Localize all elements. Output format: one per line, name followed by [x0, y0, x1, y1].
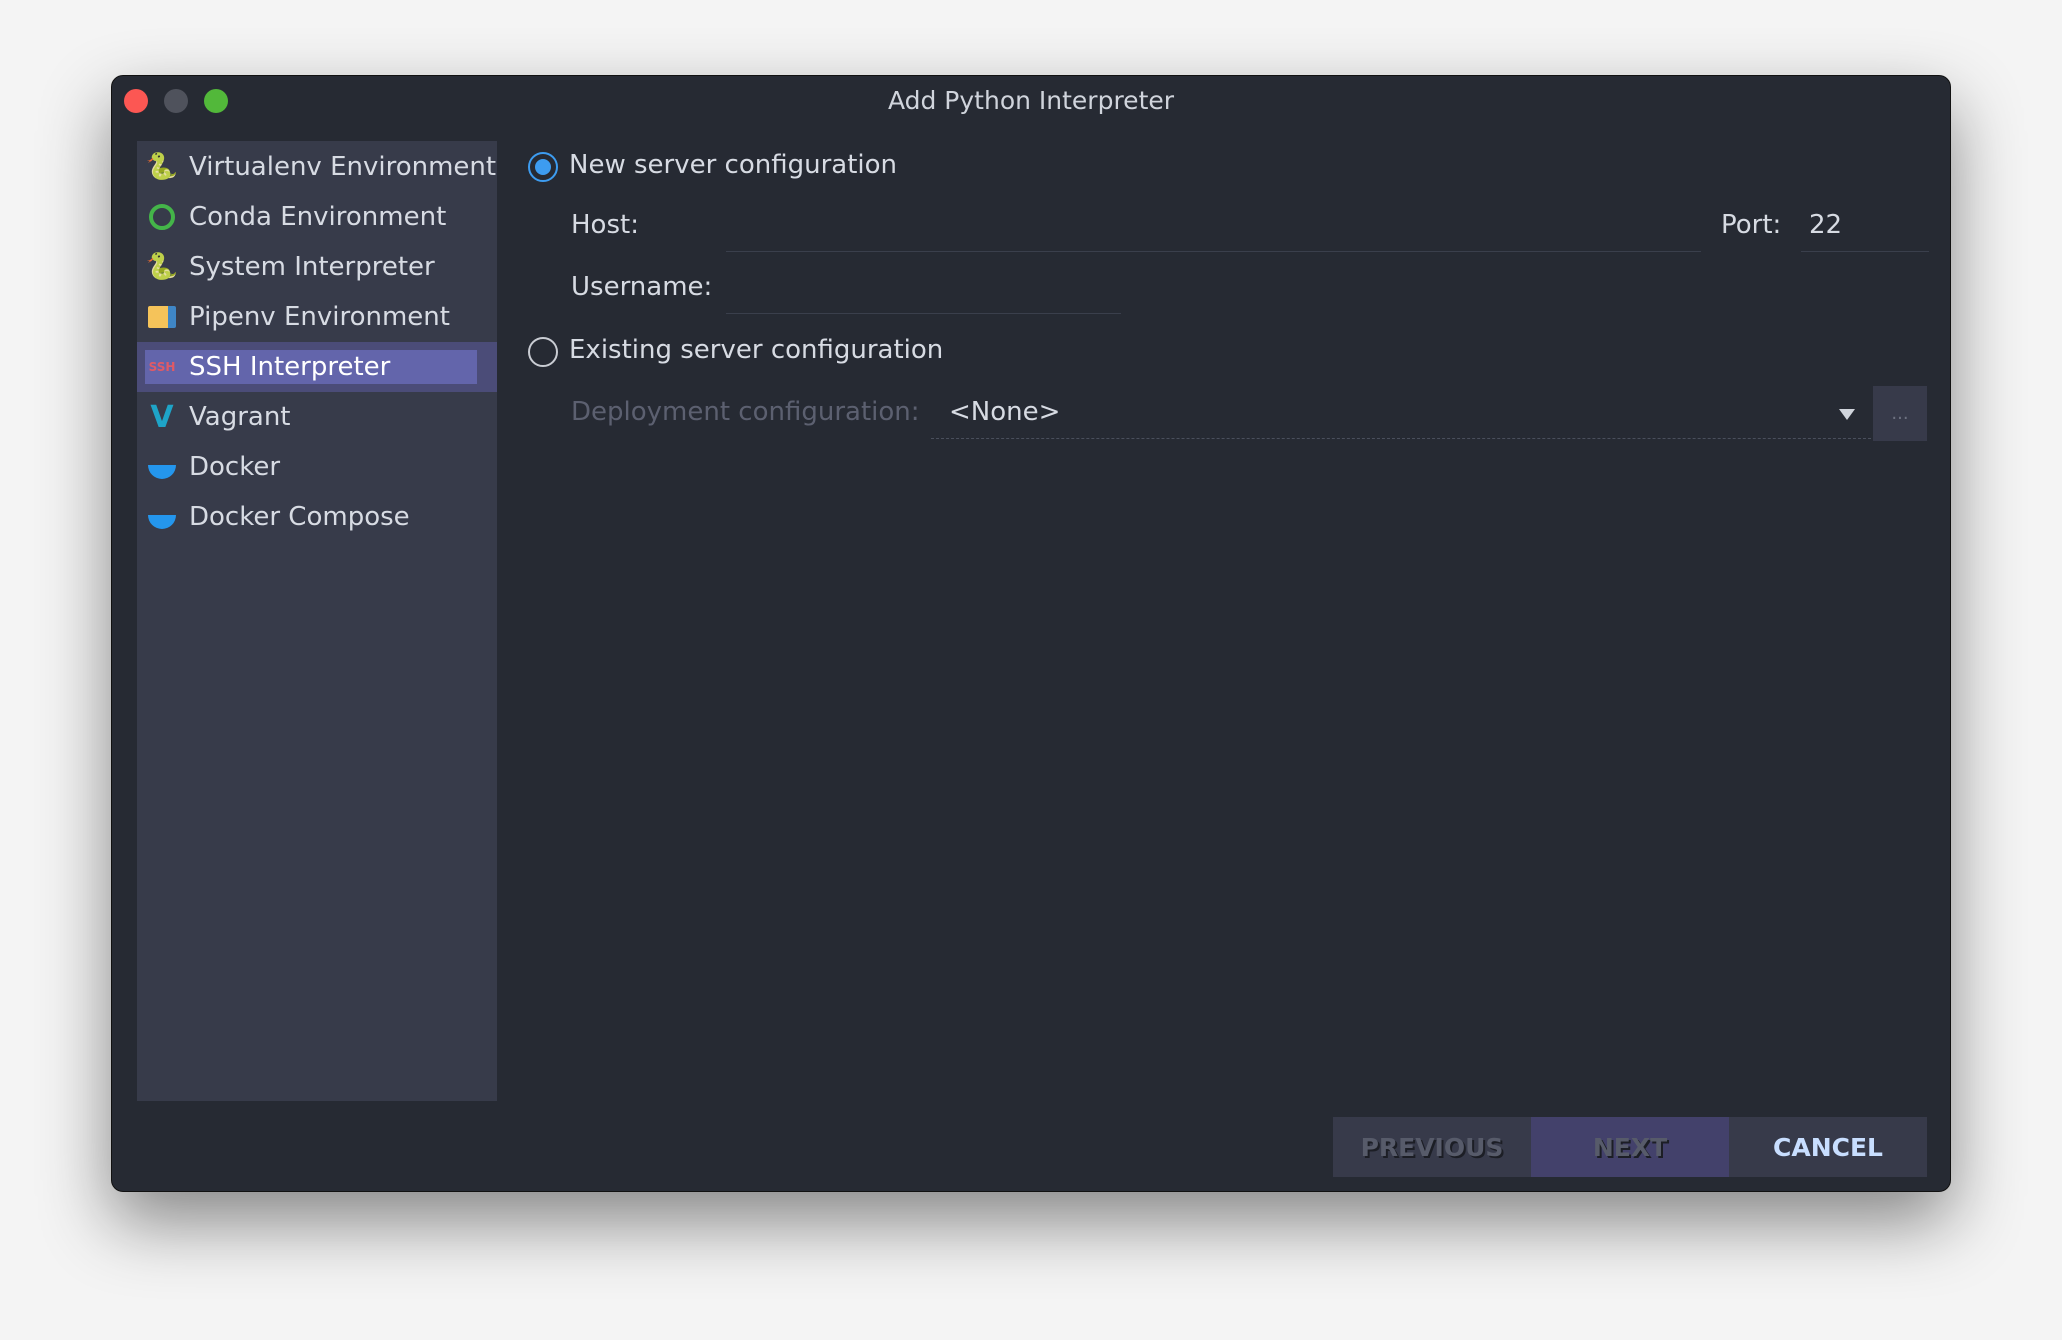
deployment-config-label: Deployment configuration: [571, 397, 920, 427]
sidebar-item-ssh[interactable]: SSH SSH Interpreter [137, 342, 497, 392]
sidebar-item-label: System Interpreter [189, 252, 435, 282]
new-server-radio[interactable] [528, 152, 558, 182]
interpreter-type-list: 🐍 Virtualenv Environment Conda Environmen… [137, 141, 497, 1101]
port-input[interactable]: 22 [1809, 210, 1937, 250]
window-title: Add Python Interpreter [887, 86, 1175, 115]
port-label: Port: [1721, 210, 1782, 240]
existing-server-label: Existing server configuration [569, 335, 944, 365]
sidebar-item-docker[interactable]: Docker [137, 442, 497, 492]
sidebar-item-label: Vagrant [189, 402, 291, 432]
chevron-down-icon [1839, 409, 1855, 420]
sidebar-item-label: Pipenv Environment [189, 302, 450, 332]
sidebar-item-label: Docker [189, 452, 281, 482]
browse-button[interactable]: ... [1873, 386, 1927, 441]
pipenv-folder-icon [147, 302, 177, 332]
sidebar-item-label: Conda Environment [189, 202, 447, 232]
deployment-config-value: <None> [949, 397, 1061, 427]
dialog-window: Add Python Interpreter 🐍 Virtualenv Envir… [111, 75, 1951, 1192]
sidebar-item-conda[interactable]: Conda Environment [137, 192, 497, 242]
previous-button[interactable]: PREVIOUS [1333, 1117, 1531, 1177]
ssh-icon: SSH [148, 360, 176, 374]
python-virtualenv-icon: 🐍 [145, 152, 179, 182]
username-input[interactable] [726, 272, 1121, 312]
docker-icon [147, 452, 177, 482]
vagrant-icon: V [150, 399, 174, 435]
sidebar-item-docker-compose[interactable]: Docker Compose [137, 492, 497, 542]
sidebar-item-system[interactable]: 🐍 System Interpreter [137, 242, 497, 292]
existing-server-radio[interactable] [528, 337, 558, 367]
new-server-label: New server configuration [569, 150, 898, 180]
conda-icon [147, 202, 177, 232]
python-icon: 🐍 [145, 252, 179, 282]
sidebar-item-label: Virtualenv Environment [189, 152, 497, 182]
sidebar-item-virtualenv[interactable]: 🐍 Virtualenv Environment [137, 142, 497, 192]
username-label: Username: [571, 272, 713, 302]
sidebar-item-label: Docker Compose [189, 502, 410, 532]
host-input[interactable] [726, 210, 1701, 250]
sidebar-item-pipenv[interactable]: Pipenv Environment [137, 292, 497, 342]
cancel-button[interactable]: CANCEL [1729, 1117, 1927, 1177]
sidebar-item-vagrant[interactable]: V Vagrant [137, 392, 497, 442]
next-button[interactable]: NEXT [1531, 1117, 1729, 1177]
sidebar-item-label: SSH Interpreter [189, 352, 391, 382]
host-label: Host: [571, 210, 639, 240]
deployment-config-dropdown[interactable]: <None> [931, 389, 1871, 439]
docker-compose-icon [147, 502, 177, 532]
